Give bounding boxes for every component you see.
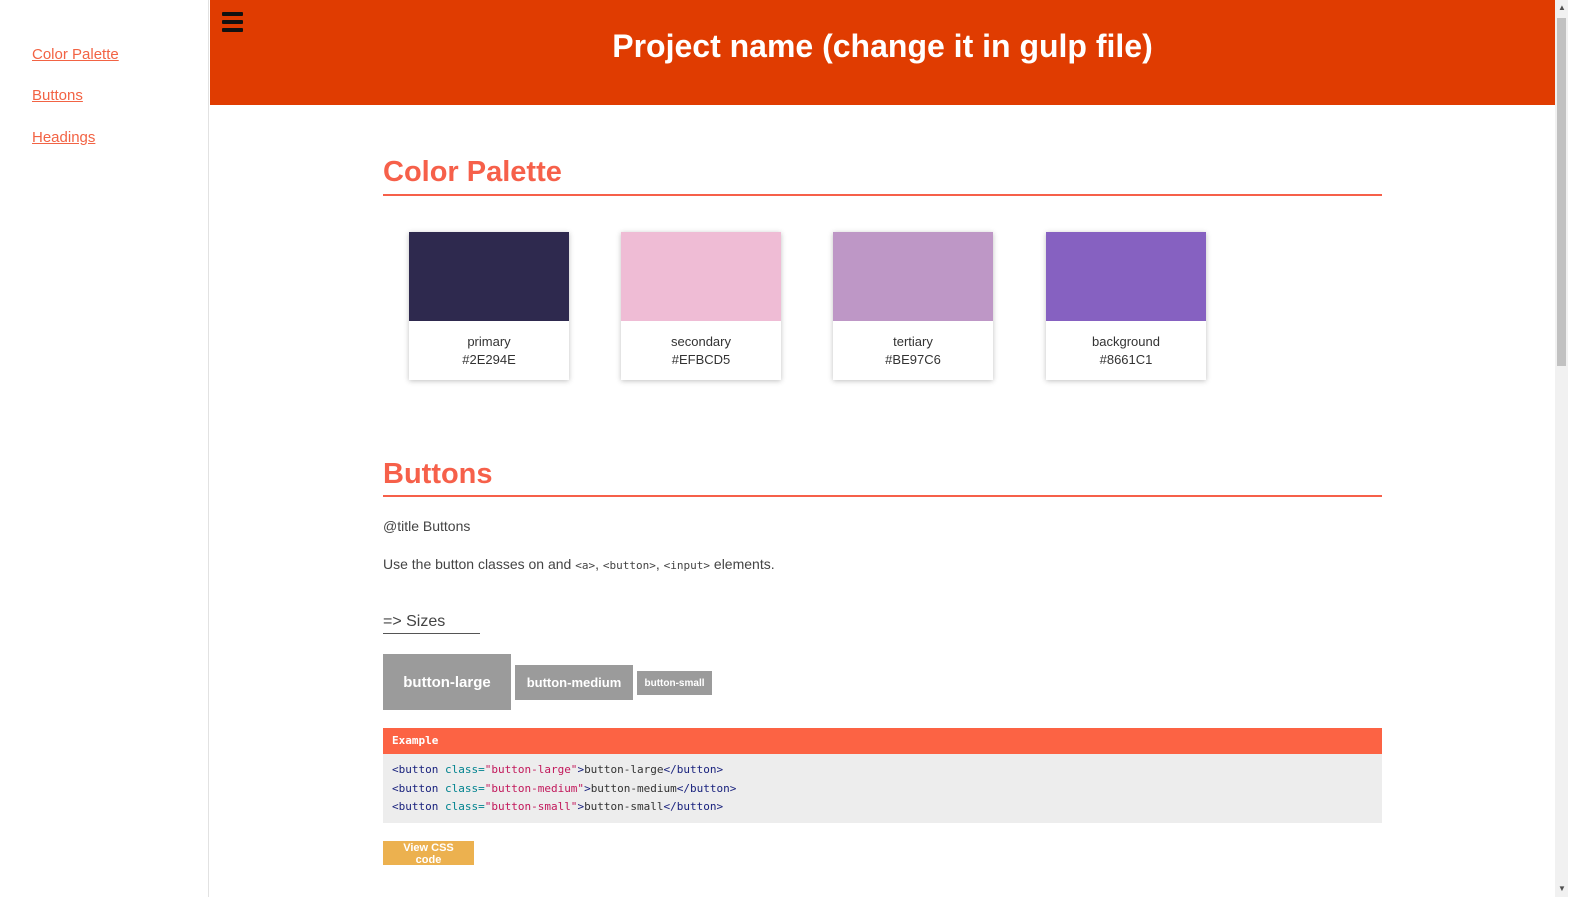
code-line: <button class="button-large">button-larg… [392, 763, 724, 776]
vertical-scrollbar[interactable]: ▲ ▼ [1555, 0, 1568, 897]
color-palette-heading: Color Palette [383, 156, 562, 188]
scroll-up-icon[interactable]: ▲ [1558, 3, 1566, 12]
sidebar: Color Palette Buttons Headings [0, 0, 209, 897]
color-card-tertiary: tertiary #BE97C6 [833, 232, 993, 380]
color-name: background [1092, 334, 1160, 349]
sizes-subheading: => Sizes [383, 613, 480, 634]
page-title: Project name (change it in gulp file) [612, 28, 1153, 64]
header-bar: Project name (change it in gulp file) [210, 0, 1555, 105]
color-hex: #8661C1 [1099, 352, 1153, 367]
color-swatch [833, 232, 993, 321]
scroll-down-icon[interactable]: ▼ [1558, 884, 1566, 893]
title-note: @title Buttons [383, 518, 471, 534]
view-css-button[interactable]: View CSS code [383, 841, 474, 866]
usage-text: Use the button classes on and <a>, <butt… [383, 556, 775, 572]
color-hex: #EFBCD5 [671, 352, 731, 367]
code-example: <button class="button-large">button-larg… [383, 754, 1382, 823]
sidebar-link-color-palette[interactable]: Color Palette [32, 46, 119, 63]
sidebar-link-buttons[interactable]: Buttons [32, 87, 83, 104]
color-name: secondary [671, 334, 731, 349]
tag-a: <a> [575, 559, 596, 572]
button-large[interactable]: button-large [383, 654, 511, 710]
code-line: <button class="button-small">button-smal… [392, 800, 724, 813]
tag-input: <input> [663, 559, 711, 572]
sidebar-link-headings[interactable]: Headings [32, 129, 95, 146]
color-name: primary [467, 334, 511, 349]
color-swatch [621, 232, 781, 321]
section-divider [383, 495, 1382, 497]
example-header: Example [383, 728, 1382, 754]
color-name: tertiary [893, 334, 933, 349]
section-divider [383, 194, 1382, 196]
button-medium[interactable]: button-medium [515, 665, 633, 700]
button-small[interactable]: button-small [637, 671, 712, 695]
color-card-secondary: secondary #EFBCD5 [621, 232, 781, 380]
color-card-background: background #8661C1 [1046, 232, 1206, 380]
color-card-primary: primary #2E294E [409, 232, 569, 380]
color-swatch [409, 232, 569, 321]
buttons-heading: Buttons [383, 458, 493, 490]
color-hex: #2E294E [462, 352, 516, 367]
color-hex: #BE97C6 [885, 352, 941, 367]
color-swatch [1046, 232, 1206, 321]
tag-button: <button> [602, 559, 656, 572]
scrollbar-thumb[interactable] [1557, 18, 1566, 366]
code-line: <button class="button-medium">button-med… [392, 781, 737, 795]
